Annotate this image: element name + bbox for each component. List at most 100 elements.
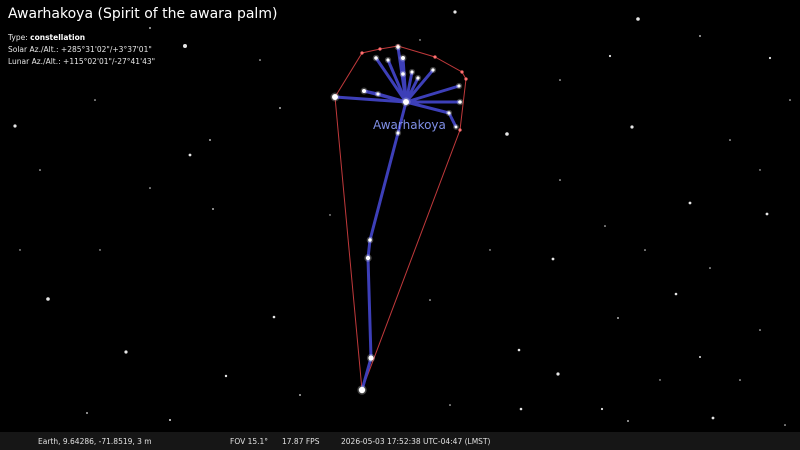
sky-view[interactable]: Awarhakoya (Spirit of the awara palm) Ty… (0, 0, 800, 450)
sky-canvas[interactable] (0, 0, 800, 450)
background-star (556, 372, 560, 376)
background-star (259, 59, 261, 61)
background-star (169, 419, 171, 421)
boundary-vertex (433, 55, 437, 59)
background-star (729, 139, 731, 141)
background-star (765, 212, 769, 216)
boundary-vertex (464, 77, 468, 81)
background-star (449, 404, 451, 406)
background-star (768, 56, 772, 60)
constellation-star (416, 76, 420, 80)
constellation-star (362, 89, 366, 93)
background-star (489, 249, 491, 251)
constellation-line (404, 100, 451, 115)
background-star (659, 379, 661, 381)
constellation-star (410, 70, 414, 74)
constellation-star (376, 92, 380, 96)
constellation-star (458, 100, 462, 104)
boundary-vertex (378, 47, 382, 51)
background-star (608, 54, 612, 58)
background-star (209, 139, 211, 141)
object-title: Awarhakoya (Spirit of the awara palm) (8, 6, 278, 22)
background-star (674, 292, 678, 296)
background-star (99, 249, 101, 251)
background-star (39, 169, 41, 171)
background-star (627, 420, 629, 422)
constellation-star (447, 111, 451, 115)
constellation-star (365, 255, 371, 261)
background-star (709, 267, 711, 269)
constellation-star (396, 45, 400, 49)
constellation-star (368, 355, 374, 361)
constellation-star (358, 386, 366, 394)
boundary-vertex (460, 70, 464, 74)
background-star (429, 299, 431, 301)
lunar-position: Lunar Az./Alt.: +115°02'01"/-27°41'43" (8, 57, 156, 66)
fps-readout: 17.87 FPS (282, 437, 320, 446)
background-star (212, 208, 214, 210)
background-star (149, 187, 151, 189)
background-star (505, 132, 509, 136)
object-type-value: constellation (30, 33, 86, 42)
constellation-line (366, 256, 373, 360)
constellation-star (374, 56, 378, 60)
background-star (517, 348, 521, 352)
background-star (224, 374, 228, 378)
background-star (19, 249, 21, 251)
fov-readout[interactable]: FOV 15.1° (230, 437, 268, 446)
background-star (711, 416, 715, 420)
background-star (149, 27, 151, 29)
background-star (519, 407, 523, 411)
background-star (559, 79, 561, 81)
background-star (124, 350, 128, 354)
background-star (453, 10, 457, 14)
constellation-line (368, 131, 400, 242)
object-type-line: Type: constellation (8, 33, 85, 42)
background-star (86, 412, 88, 414)
background-star (188, 153, 192, 157)
constellation-star (457, 84, 461, 88)
object-type-label: Type: (8, 33, 28, 42)
background-star (759, 329, 761, 331)
boundary-vertex (360, 51, 364, 55)
background-star (183, 44, 187, 48)
background-star (699, 35, 701, 37)
boundary-vertex (458, 128, 462, 132)
background-star (46, 297, 50, 301)
constellation-star (454, 125, 458, 129)
constellation-label[interactable]: Awarhakoya (373, 118, 446, 132)
background-star (617, 317, 619, 319)
constellation-star (431, 68, 435, 72)
solar-position: Solar Az./Alt.: +285°31'02"/+3°37'01" (8, 45, 152, 54)
background-star (329, 214, 331, 216)
background-star (759, 169, 761, 171)
background-star (559, 179, 561, 181)
location-readout[interactable]: Earth, 9.64286, -71.8519, 3 m (38, 437, 152, 446)
background-star (630, 125, 634, 129)
constellation-star (403, 99, 409, 105)
constellation-star (332, 94, 338, 100)
background-star (789, 99, 791, 101)
background-star (94, 99, 96, 101)
background-star (13, 124, 17, 128)
background-star (419, 39, 421, 41)
background-star (739, 379, 741, 381)
background-star (636, 17, 640, 21)
constellation-star (401, 72, 405, 76)
background-star (299, 394, 301, 396)
status-bar: Earth, 9.64286, -71.8519, 3 m FOV 15.1° … (0, 432, 800, 450)
background-star (600, 407, 604, 411)
background-star (784, 424, 786, 426)
background-star (604, 225, 606, 227)
constellation-star (386, 58, 390, 62)
background-star (272, 315, 276, 319)
background-star (279, 107, 281, 109)
constellation-star (368, 238, 372, 242)
constellation-star (401, 56, 405, 60)
datetime-readout[interactable]: 2026-05-03 17:52:38 UTC-04:47 (LMST) (341, 437, 490, 446)
background-star (699, 356, 701, 358)
background-star (551, 257, 555, 261)
background-star (644, 249, 646, 251)
background-star (688, 201, 692, 205)
constellation-line (360, 356, 373, 392)
